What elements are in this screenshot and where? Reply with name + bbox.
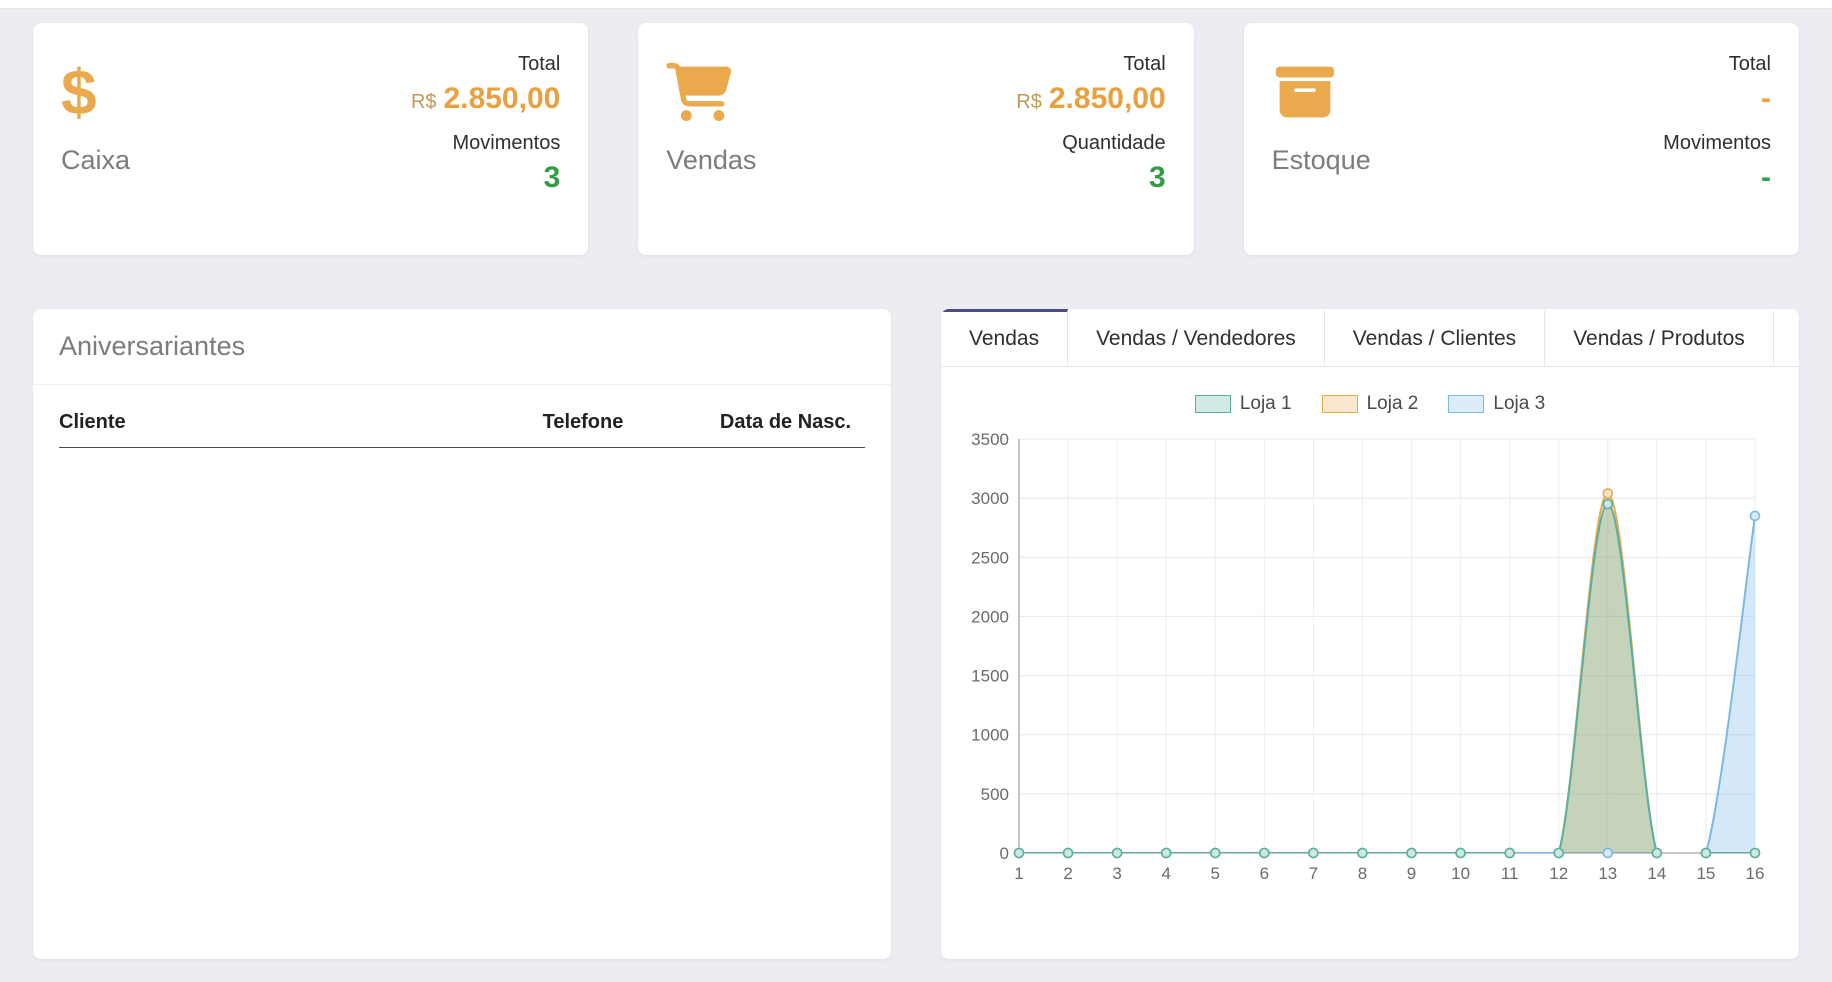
vendas-card-title: Vendas — [666, 145, 876, 176]
svg-text:3500: 3500 — [971, 430, 1009, 449]
legend-item-loja-3[interactable]: Loja 3 — [1448, 393, 1545, 415]
column-header-cliente: Cliente — [59, 411, 543, 448]
svg-text:1500: 1500 — [971, 667, 1009, 686]
estoque-movimentos-value: - — [1481, 161, 1771, 195]
svg-text:1000: 1000 — [971, 726, 1009, 745]
dollar-sign-icon: $ — [61, 49, 271, 135]
svg-text:2000: 2000 — [971, 607, 1009, 626]
svg-text:2500: 2500 — [971, 548, 1009, 567]
svg-text:6: 6 — [1260, 864, 1269, 883]
sales-panel-card: Vendas Vendas / Vendedores Vendas / Clie… — [941, 309, 1799, 959]
caixa-card-title: Caixa — [61, 145, 271, 176]
legend-swatch-loja-1 — [1195, 395, 1231, 413]
svg-text:11: 11 — [1501, 864, 1519, 883]
svg-text:0: 0 — [1000, 844, 1009, 863]
currency-prefix: R$ — [1016, 91, 1042, 113]
caixa-total-label: Total — [271, 53, 561, 76]
vendas-total-value: R$2.850,00 — [876, 82, 1166, 116]
svg-text:500: 500 — [981, 785, 1009, 804]
aniversariantes-title: Aniversariantes — [33, 309, 891, 385]
tab-vendas-produtos[interactable]: Vendas / Produtos — [1545, 309, 1774, 366]
column-header-data-nasc: Data de Nasc. — [720, 411, 865, 448]
caixa-movimentos-value: 3 — [271, 161, 561, 195]
svg-text:5: 5 — [1211, 864, 1220, 883]
svg-text:9: 9 — [1407, 864, 1416, 883]
svg-text:8: 8 — [1358, 864, 1367, 883]
svg-text:10: 10 — [1451, 864, 1470, 883]
svg-text:4: 4 — [1161, 864, 1170, 883]
tab-vendas-vendedores[interactable]: Vendas / Vendedores — [1068, 309, 1325, 366]
svg-text:1: 1 — [1014, 864, 1023, 883]
dashboard: $ Caixa Total R$2.850,00 Movimentos 3 Ve… — [0, 9, 1832, 959]
aniversariantes-card: Aniversariantes Cliente Telefone Data de… — [33, 309, 891, 959]
legend-item-loja-2[interactable]: Loja 2 — [1322, 393, 1419, 415]
estoque-total-value: - — [1481, 82, 1771, 116]
vendas-quantidade-label: Quantidade — [876, 132, 1166, 155]
column-header-telefone: Telefone — [543, 411, 720, 448]
caixa-movimentos-label: Movimentos — [271, 132, 561, 155]
tab-vendas-clientes[interactable]: Vendas / Clientes — [1325, 309, 1545, 366]
legend-swatch-loja-3 — [1448, 395, 1484, 413]
stat-cards-row: $ Caixa Total R$2.850,00 Movimentos 3 Ve… — [33, 23, 1799, 255]
sales-chart: 0500100015002000250030003500123456789101… — [955, 423, 1775, 893]
svg-text:15: 15 — [1696, 864, 1715, 883]
sales-tabs: Vendas Vendas / Vendedores Vendas / Clie… — [941, 309, 1799, 367]
svg-text:3: 3 — [1112, 864, 1121, 883]
currency-prefix: R$ — [411, 91, 437, 113]
shopping-cart-icon — [666, 49, 876, 135]
estoque-card-title: Estoque — [1272, 145, 1482, 176]
chart-legend: Loja 1 Loja 2 Loja 3 — [955, 393, 1785, 415]
svg-text:7: 7 — [1309, 864, 1318, 883]
svg-text:3000: 3000 — [971, 489, 1009, 508]
svg-text:14: 14 — [1647, 864, 1666, 883]
tab-vendas[interactable]: Vendas — [941, 309, 1068, 366]
svg-text:16: 16 — [1746, 864, 1765, 883]
legend-item-loja-1[interactable]: Loja 1 — [1195, 393, 1292, 415]
estoque-card: Estoque Total - Movimentos - — [1244, 23, 1799, 255]
vendas-card: Vendas Total R$2.850,00 Quantidade 3 — [638, 23, 1193, 255]
vendas-total-label: Total — [876, 53, 1166, 76]
legend-swatch-loja-2 — [1322, 395, 1358, 413]
svg-text:2: 2 — [1063, 864, 1072, 883]
caixa-card: $ Caixa Total R$2.850,00 Movimentos 3 — [33, 23, 588, 255]
svg-text:12: 12 — [1549, 864, 1568, 883]
vendas-quantidade-value: 3 — [876, 161, 1166, 195]
estoque-total-label: Total — [1481, 53, 1771, 76]
box-icon — [1272, 49, 1482, 135]
estoque-movimentos-label: Movimentos — [1481, 132, 1771, 155]
caixa-total-value: R$2.850,00 — [271, 82, 561, 116]
aniversariantes-table: Cliente Telefone Data de Nasc. — [59, 411, 865, 448]
top-bar — [0, 0, 1832, 9]
svg-text:13: 13 — [1598, 864, 1617, 883]
